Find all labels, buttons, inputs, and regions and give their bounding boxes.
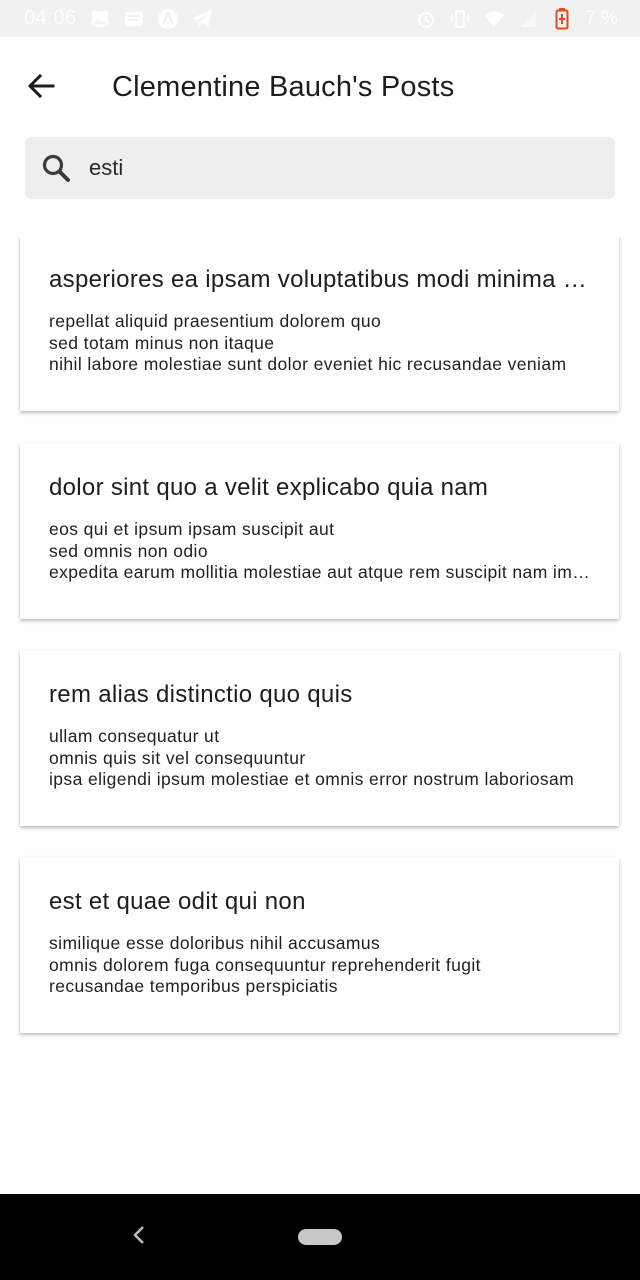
post-card[interactable]: rem alias distinctio quo quis ullam cons… [20, 650, 619, 826]
post-body-line: omnis dolorem fuga consequuntur reprehen… [49, 954, 481, 975]
app-bar: Clementine Bauch's Posts [0, 37, 640, 137]
status-bar: 04:06 7 % [0, 0, 640, 37]
post-title: dolor sint quo a velit explicabo quia na… [49, 474, 489, 501]
post-card[interactable]: dolor sint quo a velit explicabo quia na… [20, 443, 619, 619]
post-body-line: expedita earum mollitia molestiae aut at… [49, 562, 591, 582]
telegram-icon [191, 8, 213, 30]
arrow-back-icon [27, 72, 55, 105]
post-body: ullam consequatur ut omnis quis sit vel … [49, 726, 591, 791]
nav-home-pill-icon[interactable] [298, 1229, 342, 1245]
back-button[interactable] [22, 69, 60, 107]
post-body-line: omnis quis sit vel consequuntur [49, 747, 306, 768]
post-body-line: nihil labore molestiae sunt dolor evenie… [49, 354, 567, 374]
app-logo-icon [157, 8, 179, 30]
battery-low-icon [551, 7, 573, 30]
nav-bar [0, 1194, 640, 1280]
post-body-line: repellat aliquid praesentium dolorem quo [49, 311, 382, 331]
posts-list[interactable]: asperiores ea ipsam voluptatibus modi mi… [0, 237, 640, 1194]
post-body-line: sed totam minus non itaque [49, 332, 275, 353]
post-body: eos qui et ipsum ipsam suscipit aut sed … [49, 519, 591, 584]
image-icon [89, 8, 111, 30]
nav-back-icon [132, 1225, 146, 1250]
post-body-line: ullam consequatur ut [49, 726, 220, 746]
page-title: Clementine Bauch's Posts [112, 71, 455, 103]
nav-back-button[interactable] [126, 1224, 152, 1250]
post-card[interactable]: asperiores ea ipsam voluptatibus modi mi… [20, 237, 619, 411]
wifi-icon [483, 8, 505, 30]
search-icon [39, 151, 73, 185]
vibrate-icon [449, 8, 471, 30]
status-left: 04:06 [24, 7, 213, 30]
post-title: est et quae odit qui non [49, 888, 306, 915]
post-body-line: eos qui et ipsum ipsam suscipit aut [49, 519, 335, 539]
status-time: 04:06 [24, 7, 77, 29]
post-body: repellat aliquid praesentium dolorem quo… [49, 311, 591, 376]
post-body-line: recusandae temporibus perspiciatis [49, 976, 338, 996]
post-body: similique esse doloribus nihil accusamus… [49, 933, 591, 998]
post-title: asperiores ea ipsam voluptatibus modi mi… [49, 266, 591, 293]
post-card[interactable]: est et quae odit qui non similique esse … [20, 857, 619, 1033]
status-right: 7 % [415, 7, 618, 30]
news-icon [123, 8, 145, 30]
post-body-line: ipsa eligendi ipsum molestiae et omnis e… [49, 769, 575, 789]
search-input[interactable] [87, 154, 571, 182]
signal-icon [517, 8, 539, 30]
battery-percent: 7 % [585, 7, 618, 29]
post-body-line: sed omnis non odio [49, 540, 208, 561]
post-body-line: similique esse doloribus nihil accusamus [49, 933, 381, 953]
post-title: rem alias distinctio quo quis [49, 681, 353, 708]
alarm-icon [415, 8, 437, 30]
search-box[interactable] [25, 137, 615, 199]
